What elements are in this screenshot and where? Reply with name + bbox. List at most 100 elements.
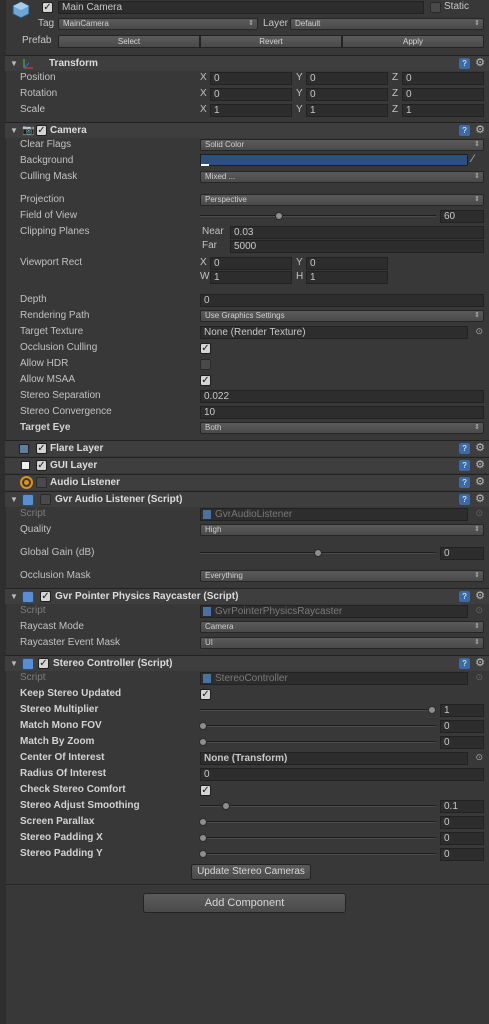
audio-listener-header[interactable]: Audio Listener ? ⚙ [5, 474, 489, 490]
eyedropper-icon[interactable]: ⁄ [472, 153, 474, 165]
parallax-slider-track[interactable] [200, 821, 436, 823]
stereo-controller-header[interactable]: ▼ ✓ Stereo Controller (Script) ? ⚙ [5, 655, 489, 671]
position-x-field[interactable]: 0 [210, 72, 292, 85]
camera-enabled-checkbox[interactable]: ✓ [36, 125, 47, 136]
prefab-select-button[interactable]: Select [58, 35, 200, 48]
scale-y-field[interactable]: 1 [306, 104, 388, 117]
background-color-swatch[interactable] [200, 154, 468, 166]
global-gain-slider-knob[interactable] [314, 549, 322, 557]
stereo-convergence-field[interactable]: 10 [200, 406, 484, 419]
viewport-y-field[interactable]: 0 [306, 257, 388, 270]
stereo-separation-field[interactable]: 0.022 [200, 390, 484, 403]
padding-y-slider-knob[interactable] [199, 850, 207, 858]
gui-layer-header[interactable]: ✓ GUI Layer ? ⚙ [5, 457, 489, 473]
padding-y-slider-track[interactable] [200, 853, 436, 855]
stereo-multiplier-slider-knob[interactable] [428, 706, 436, 714]
object-picker-icon[interactable]: ⊙ [475, 672, 483, 683]
transform-header[interactable]: ▼ Transform ? ⚙ [5, 55, 489, 71]
prefab-apply-button[interactable]: Apply [342, 35, 484, 48]
foldout-arrow-icon[interactable]: ▼ [10, 126, 18, 135]
gear-icon[interactable]: ⚙ [475, 475, 485, 488]
smoothing-field[interactable]: 0.1 [440, 800, 484, 813]
object-picker-icon[interactable]: ⊙ [475, 326, 483, 337]
viewport-x-field[interactable]: 0 [210, 257, 292, 270]
match-by-zoom-slider-track[interactable] [200, 741, 436, 743]
rotation-y-field[interactable]: 0 [306, 88, 388, 101]
far-field[interactable]: 5000 [230, 240, 484, 253]
fov-slider-track[interactable] [200, 215, 436, 217]
object-picker-icon[interactable]: ⊙ [475, 752, 483, 763]
center-of-interest-field[interactable]: None (Transform) [200, 752, 468, 765]
check-stereo-comfort-checkbox[interactable]: ✓ [200, 785, 211, 796]
rotation-x-field[interactable]: 0 [210, 88, 292, 101]
help-icon[interactable]: ? [459, 58, 470, 69]
foldout-arrow-icon[interactable]: ▼ [10, 592, 18, 601]
depth-field[interactable]: 0 [200, 294, 484, 307]
occlusion-mask-dropdown[interactable]: Everything ⇕ [200, 570, 484, 582]
scale-z-field[interactable]: 1 [402, 104, 484, 117]
gui-layer-checkbox[interactable]: ✓ [36, 460, 47, 471]
gear-icon[interactable]: ⚙ [475, 589, 485, 602]
tag-dropdown[interactable]: MainCamera ⇕ [58, 18, 258, 30]
parallax-slider-knob[interactable] [199, 818, 207, 826]
target-texture-field[interactable]: None (Render Texture) [200, 326, 468, 339]
stereo-controller-checkbox[interactable]: ✓ [38, 658, 49, 669]
smoothing-slider-track[interactable] [200, 805, 436, 807]
occlusion-culling-checkbox[interactable]: ✓ [200, 343, 211, 354]
gvr-audio-checkbox[interactable] [40, 494, 51, 505]
rotation-z-field[interactable]: 0 [402, 88, 484, 101]
viewport-h-field[interactable]: 1 [306, 271, 388, 284]
target-eye-dropdown[interactable]: Both ⇕ [200, 422, 484, 434]
audio-listener-checkbox[interactable] [36, 477, 47, 488]
fov-slider-knob[interactable] [275, 212, 283, 220]
fov-field[interactable]: 60 [440, 210, 484, 223]
raycast-mode-dropdown[interactable]: Camera ⇕ [200, 621, 484, 633]
active-checkbox[interactable]: ✓ [42, 2, 53, 13]
gvr-pointer-checkbox[interactable]: ✓ [40, 591, 51, 602]
keep-stereo-updated-checkbox[interactable]: ✓ [200, 689, 211, 700]
padding-y-field[interactable]: 0 [440, 848, 484, 861]
camera-header[interactable]: ▼ 📷 ✓ Camera ? ⚙ [5, 122, 489, 138]
gear-icon[interactable]: ⚙ [475, 441, 485, 454]
match-mono-fov-slider-track[interactable] [200, 725, 436, 727]
rendering-path-dropdown[interactable]: Use Graphics Settings ⇕ [200, 310, 484, 322]
object-picker-icon[interactable]: ⊙ [475, 605, 483, 616]
layer-dropdown[interactable]: Default ⇕ [290, 18, 484, 30]
viewport-w-field[interactable]: 1 [210, 271, 292, 284]
help-icon[interactable]: ? [459, 460, 470, 471]
add-component-button[interactable]: Add Component [143, 893, 346, 913]
stereo-multiplier-slider-track[interactable] [200, 709, 436, 711]
padding-x-field[interactable]: 0 [440, 832, 484, 845]
position-y-field[interactable]: 0 [306, 72, 388, 85]
gear-icon[interactable]: ⚙ [475, 492, 485, 505]
help-icon[interactable]: ? [459, 591, 470, 602]
gvr-audio-header[interactable]: ▼ Gvr Audio Listener (Script) ? ⚙ [5, 491, 489, 507]
smoothing-slider-knob[interactable] [222, 802, 230, 810]
clear-flags-dropdown[interactable]: Solid Color ⇕ [200, 139, 484, 151]
stereo-multiplier-field[interactable]: 1 [440, 704, 484, 717]
foldout-arrow-icon[interactable]: ▼ [10, 659, 18, 668]
object-name-field[interactable]: Main Camera [58, 1, 424, 14]
event-mask-dropdown[interactable]: UI ⇕ [200, 637, 484, 649]
match-by-zoom-slider-knob[interactable] [199, 738, 207, 746]
gvr-pointer-header[interactable]: ▼ ✓ Gvr Pointer Physics Raycaster (Scrip… [5, 588, 489, 604]
culling-mask-dropdown[interactable]: Mixed ... ⇕ [200, 171, 484, 183]
radius-of-interest-field[interactable]: 0 [200, 768, 484, 781]
gear-icon[interactable]: ⚙ [475, 458, 485, 471]
projection-dropdown[interactable]: Perspective ⇕ [200, 194, 484, 206]
match-by-zoom-field[interactable]: 0 [440, 736, 484, 749]
flare-layer-header[interactable]: ✓ Flare Layer ? ⚙ [5, 440, 489, 456]
position-z-field[interactable]: 0 [402, 72, 484, 85]
help-icon[interactable]: ? [459, 125, 470, 136]
padding-x-slider-knob[interactable] [199, 834, 207, 842]
flare-layer-checkbox[interactable]: ✓ [36, 443, 47, 454]
static-checkbox[interactable] [430, 2, 441, 13]
near-field[interactable]: 0.03 [230, 226, 484, 239]
scale-x-field[interactable]: 1 [210, 104, 292, 117]
foldout-arrow-icon[interactable]: ▼ [10, 495, 18, 504]
gear-icon[interactable]: ⚙ [475, 656, 485, 669]
gear-icon[interactable]: ⚙ [475, 56, 485, 69]
update-stereo-cameras-button[interactable]: Update Stereo Cameras [191, 864, 311, 880]
gear-icon[interactable]: ⚙ [475, 123, 485, 136]
help-icon[interactable]: ? [459, 443, 470, 454]
